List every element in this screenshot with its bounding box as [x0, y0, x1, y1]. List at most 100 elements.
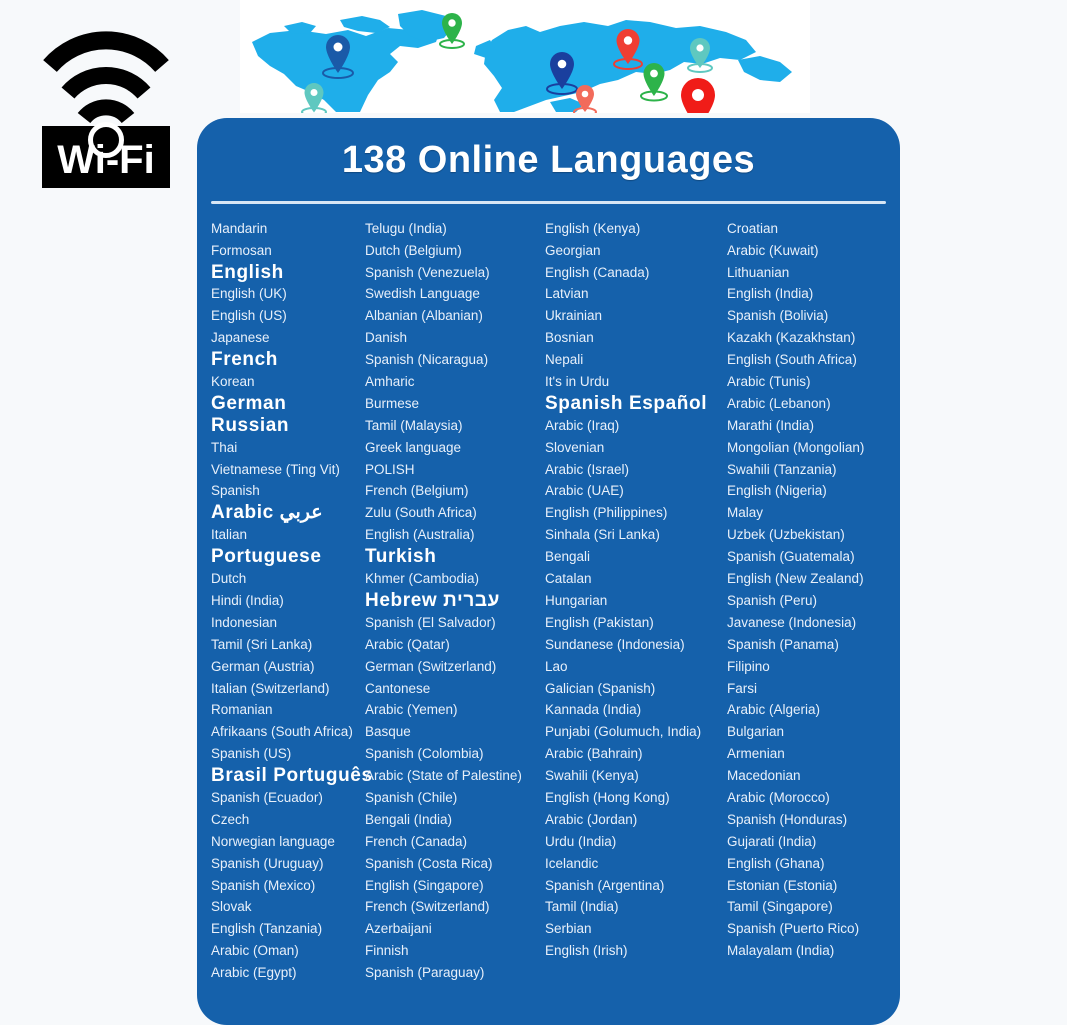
- language-item[interactable]: Korean: [211, 371, 365, 393]
- language-item[interactable]: Brasil Português: [211, 765, 372, 787]
- language-item[interactable]: Bengali: [545, 546, 727, 568]
- language-item[interactable]: Formosan: [211, 240, 365, 262]
- language-item[interactable]: Spanish (Ecuador): [211, 787, 365, 809]
- language-item[interactable]: Arabic (Bahrain): [545, 743, 727, 765]
- language-item[interactable]: Spanish (Venezuela): [365, 262, 545, 284]
- language-item[interactable]: Arabic (Algeria): [727, 699, 900, 721]
- language-item[interactable]: Arabic (Oman): [211, 940, 365, 962]
- language-item[interactable]: Japanese: [211, 327, 365, 349]
- language-item[interactable]: Zulu (South Africa): [365, 502, 545, 524]
- language-item[interactable]: English (Canada): [545, 262, 727, 284]
- language-item[interactable]: Arabic (Kuwait): [727, 240, 900, 262]
- language-item[interactable]: German: [211, 393, 365, 415]
- language-item[interactable]: English: [211, 262, 365, 284]
- language-item[interactable]: Tamil (Malaysia): [365, 415, 545, 437]
- language-item[interactable]: Macedonian: [727, 765, 900, 787]
- language-item[interactable]: Croatian: [727, 218, 900, 240]
- language-item[interactable]: Finnish: [365, 940, 545, 962]
- language-item[interactable]: Albanian (Albanian): [365, 305, 545, 327]
- language-item[interactable]: Gujarati (India): [727, 831, 900, 853]
- language-item[interactable]: Dutch (Belgium): [365, 240, 545, 262]
- language-item[interactable]: Armenian: [727, 743, 900, 765]
- language-item[interactable]: Spanish Español: [545, 393, 727, 415]
- language-item[interactable]: Bosnian: [545, 327, 727, 349]
- language-item[interactable]: Serbian: [545, 918, 727, 940]
- language-item[interactable]: Javanese (Indonesia): [727, 612, 900, 634]
- language-item[interactable]: Khmer (Cambodia): [365, 568, 545, 590]
- language-item[interactable]: Arabic (UAE): [545, 480, 727, 502]
- language-item[interactable]: English (India): [727, 283, 900, 305]
- language-item[interactable]: Danish: [365, 327, 545, 349]
- language-item[interactable]: Hungarian: [545, 590, 727, 612]
- language-item[interactable]: Indonesian: [211, 612, 365, 634]
- language-item[interactable]: Arabic (Qatar): [365, 634, 545, 656]
- language-item[interactable]: Swahili (Kenya): [545, 765, 727, 787]
- language-item[interactable]: German (Switzerland): [365, 656, 545, 678]
- language-item[interactable]: Arabic (Yemen): [365, 699, 545, 721]
- language-item[interactable]: Hindi (India): [211, 590, 365, 612]
- language-item[interactable]: Punjabi (Golumuch, India): [545, 721, 727, 743]
- language-item[interactable]: Hebrew עברית: [365, 590, 545, 612]
- language-item[interactable]: Afrikaans (South Africa): [211, 721, 365, 743]
- language-item[interactable]: Spanish (Panama): [727, 634, 900, 656]
- language-item[interactable]: Czech: [211, 809, 365, 831]
- language-item[interactable]: Marathi (India): [727, 415, 900, 437]
- language-item[interactable]: Spanish (El Salvador): [365, 612, 545, 634]
- language-item[interactable]: Spanish (Uruguay): [211, 853, 365, 875]
- language-item[interactable]: Basque: [365, 721, 545, 743]
- language-item[interactable]: POLISH: [365, 459, 545, 481]
- language-item[interactable]: Arabic (Iraq): [545, 415, 727, 437]
- language-item[interactable]: English (Philippines): [545, 502, 727, 524]
- language-item[interactable]: Latvian: [545, 283, 727, 305]
- language-item[interactable]: English (Tanzania): [211, 918, 365, 940]
- language-item[interactable]: English (UK): [211, 283, 365, 305]
- language-item[interactable]: Russian: [211, 415, 365, 437]
- language-item[interactable]: Estonian (Estonia): [727, 875, 900, 897]
- language-item[interactable]: Telugu (India): [365, 218, 545, 240]
- language-item[interactable]: Farsi: [727, 678, 900, 700]
- language-item[interactable]: Arabic عربي: [211, 502, 365, 524]
- language-item[interactable]: English (Nigeria): [727, 480, 900, 502]
- language-item[interactable]: Uzbek (Uzbekistan): [727, 524, 900, 546]
- language-item[interactable]: Slovak: [211, 896, 365, 918]
- language-item[interactable]: Sinhala (Sri Lanka): [545, 524, 727, 546]
- language-item[interactable]: English (Irish): [545, 940, 727, 962]
- language-item[interactable]: English (Ghana): [727, 853, 900, 875]
- language-item[interactable]: Tamil (Sri Lanka): [211, 634, 365, 656]
- language-item[interactable]: Amharic: [365, 371, 545, 393]
- language-item[interactable]: Lithuanian: [727, 262, 900, 284]
- language-item[interactable]: Tamil (India): [545, 896, 727, 918]
- language-item[interactable]: Arabic (Tunis): [727, 371, 900, 393]
- language-item[interactable]: Dutch: [211, 568, 365, 590]
- language-item[interactable]: Arabic (Jordan): [545, 809, 727, 831]
- language-item[interactable]: Catalan: [545, 568, 727, 590]
- language-item[interactable]: Arabic (State of Palestine): [365, 765, 545, 787]
- language-item[interactable]: Swedish Language: [365, 283, 545, 305]
- language-item[interactable]: German (Austria): [211, 656, 365, 678]
- language-item[interactable]: Arabic (Lebanon): [727, 393, 900, 415]
- language-item[interactable]: French (Canada): [365, 831, 545, 853]
- language-item[interactable]: Ukrainian: [545, 305, 727, 327]
- language-item[interactable]: Arabic (Morocco): [727, 787, 900, 809]
- language-item[interactable]: Spanish (Argentina): [545, 875, 727, 897]
- language-item[interactable]: Malay: [727, 502, 900, 524]
- language-item[interactable]: Norwegian language: [211, 831, 365, 853]
- language-item[interactable]: Spanish (Costa Rica): [365, 853, 545, 875]
- language-item[interactable]: French (Belgium): [365, 480, 545, 502]
- language-item[interactable]: English (Pakistan): [545, 612, 727, 634]
- language-item[interactable]: Nepali: [545, 349, 727, 371]
- language-item[interactable]: Burmese: [365, 393, 545, 415]
- language-item[interactable]: Spanish: [211, 480, 365, 502]
- language-item[interactable]: Tamil (Singapore): [727, 896, 900, 918]
- language-item[interactable]: Kazakh (Kazakhstan): [727, 327, 900, 349]
- language-item[interactable]: Spanish (US): [211, 743, 365, 765]
- language-item[interactable]: Slovenian: [545, 437, 727, 459]
- language-item[interactable]: Turkish: [365, 546, 545, 568]
- language-item[interactable]: Icelandic: [545, 853, 727, 875]
- language-item[interactable]: Spanish (Paraguay): [365, 962, 545, 984]
- language-item[interactable]: Filipino: [727, 656, 900, 678]
- language-item[interactable]: Spanish (Colombia): [365, 743, 545, 765]
- language-item[interactable]: Portuguese: [211, 546, 365, 568]
- language-item[interactable]: It's in Urdu: [545, 371, 727, 393]
- language-item[interactable]: Italian: [211, 524, 365, 546]
